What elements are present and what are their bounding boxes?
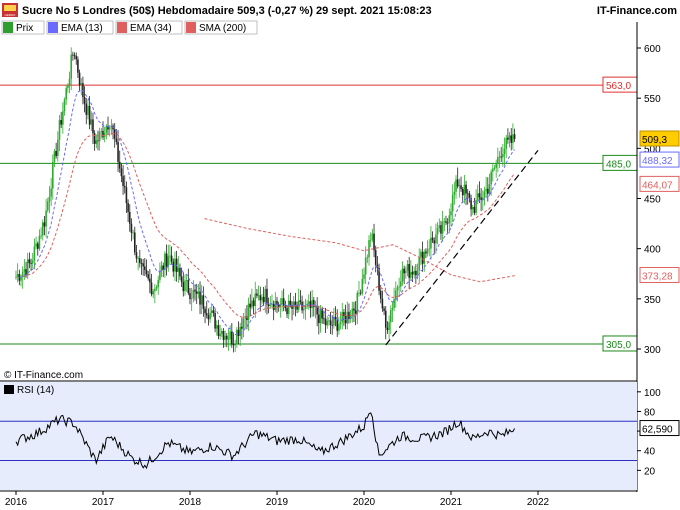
level-label-1: 485,0	[606, 159, 631, 170]
x-tick-label: 2017	[92, 497, 115, 508]
ema13-value-tag: 488,32	[639, 151, 680, 168]
price-tick-label: 450	[644, 195, 661, 206]
level-label-0: 563,0	[606, 81, 631, 92]
chart-title: Sucre No 5 Londres (50$) Hebdomadaire 50…	[22, 5, 432, 17]
rsi-tick-label: 100	[644, 388, 661, 399]
legend-swatch	[3, 22, 13, 33]
price-tick-label: 600	[644, 44, 661, 55]
rsi-panel: RSI (14)	[0, 380, 637, 490]
svg-text:488,32: 488,32	[642, 156, 673, 167]
price-axis-labels: 300350400450500550600488,32464,07373,285…	[637, 44, 680, 356]
rsi-tick-label: 80	[644, 407, 656, 418]
legend: Prix EMA (13) EMA (34) SMA (200)	[1, 20, 258, 35]
rsi-axis: 2040608010062,590	[637, 388, 680, 477]
copyright-label: © IT-Finance.com	[4, 370, 83, 381]
x-tick-label: 2022	[527, 497, 550, 508]
chart-canvas: HEBDO Sucre No 5 Londres (50$) Hebdomada…	[0, 0, 680, 508]
rsi-title: RSI (14)	[17, 385, 54, 396]
brand-label: IT-Finance.com	[597, 5, 677, 17]
svg-text:464,07: 464,07	[642, 180, 673, 191]
x-tick-label: 2016	[5, 497, 28, 508]
price-tick-label: 550	[644, 94, 661, 105]
svg-text:509,3: 509,3	[642, 135, 667, 146]
rsi-tick-label: 20	[644, 466, 656, 477]
price-tick-label: 300	[644, 345, 661, 356]
x-tick-label: 2018	[179, 497, 202, 508]
x-tick-label: 2021	[440, 497, 463, 508]
x-tick-label: 2019	[266, 497, 289, 508]
price-value-tag: 509,3	[639, 130, 680, 147]
legend-item-0: Prix	[1, 20, 45, 35]
sma200-value-tag: 373,28	[639, 266, 680, 283]
rsi-background	[0, 382, 637, 490]
chart-header: HEBDO Sucre No 5 Londres (50$) Hebdomada…	[0, 0, 680, 20]
candle	[378, 263, 380, 296]
svg-text:373,28: 373,28	[642, 271, 673, 282]
price-tick-label: 400	[644, 245, 661, 256]
legend-swatch	[48, 22, 58, 33]
legend-item-3: SMA (200)	[184, 20, 258, 35]
rsi-tick-label: 40	[644, 447, 656, 458]
legend-label: Prix	[16, 23, 33, 34]
legend-label: SMA (200)	[199, 23, 246, 34]
legend-label: EMA (13)	[61, 23, 103, 34]
svg-text:62,590: 62,590	[642, 425, 673, 436]
legend-swatch	[186, 22, 196, 33]
ema34-value-tag: 464,07	[639, 175, 680, 192]
x-axis: 2016 2017 2018 2019 2020 2021 2022	[0, 490, 637, 508]
level-label-2: 305,0	[606, 340, 631, 351]
rsi-value-tag: 62,590	[639, 420, 680, 437]
legend-label: EMA (34)	[130, 23, 172, 34]
price-panel: 563,0 485,0 305,0 © IT-Finance.com	[0, 38, 638, 381]
legend-item-1: EMA (13)	[46, 20, 114, 35]
hebdo-logo: HEBDO	[2, 3, 18, 17]
price-tick-label: 350	[644, 295, 661, 306]
logo-text: HEBDO	[5, 13, 16, 17]
legend-swatch	[117, 22, 127, 33]
x-tick-label: 2020	[353, 497, 376, 508]
legend-item-2: EMA (34)	[115, 20, 183, 35]
